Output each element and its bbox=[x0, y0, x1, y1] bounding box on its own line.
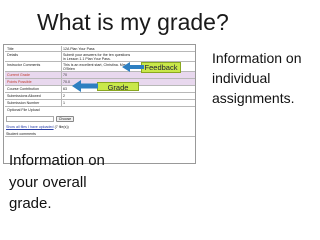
row-label: Points Possible bbox=[7, 79, 32, 84]
file-upload-field[interactable] bbox=[6, 116, 54, 122]
table-row: Submissions Allowed 2 bbox=[5, 93, 195, 100]
row-label: Submission Number bbox=[7, 100, 40, 105]
feedback-arrow-icon bbox=[122, 62, 144, 72]
file-count: (7 file(s)) bbox=[54, 125, 69, 129]
choose-file-button[interactable]: Choose bbox=[56, 116, 74, 122]
info-line: assignments. bbox=[212, 90, 295, 106]
info-line: individual bbox=[212, 70, 271, 86]
table-row: Submission Number 1 bbox=[5, 100, 195, 107]
row-value: 12A Plan Your Pass bbox=[63, 46, 95, 51]
feedback-callout: Feedback bbox=[141, 62, 181, 73]
info-line: your overall bbox=[9, 173, 87, 191]
row-value: 2 bbox=[63, 93, 65, 98]
row-label: Submissions Allowed bbox=[7, 93, 41, 98]
row-label: Optional File Upload bbox=[7, 107, 40, 112]
table-row: Details Submit your answers for the ten … bbox=[5, 52, 195, 62]
table-row: Optional File Upload bbox=[5, 107, 195, 114]
row-label: Current Grade bbox=[7, 72, 30, 77]
info-line: Information on bbox=[212, 50, 302, 66]
grade-arrow-icon bbox=[72, 80, 98, 92]
show-files-row: Show all files I have uploaded (7 file(s… bbox=[6, 125, 69, 129]
row-label: Instructor Comments bbox=[7, 62, 41, 67]
row-label: Details bbox=[7, 52, 18, 57]
grade-callout: Grade bbox=[97, 82, 139, 92]
row-value: 70 bbox=[63, 72, 67, 77]
row-value: Submit your answers for the ten question… bbox=[63, 52, 131, 61]
slide-title: What is my grade? bbox=[37, 9, 229, 35]
row-label: Title bbox=[7, 46, 14, 51]
info-line: Information on bbox=[9, 152, 105, 169]
row-value: 1 bbox=[63, 100, 65, 105]
assignment-info-text: Information on individual assignments. bbox=[212, 48, 316, 108]
overall-grade-info-text: Information on your overall grade. bbox=[9, 150, 139, 215]
row-label: Course Contribution bbox=[7, 86, 39, 91]
show-files-link[interactable]: Show all files I have uploaded bbox=[6, 125, 54, 129]
table-row-current-grade: Current Grade 70 bbox=[5, 72, 195, 79]
info-line: grade. bbox=[9, 195, 52, 212]
